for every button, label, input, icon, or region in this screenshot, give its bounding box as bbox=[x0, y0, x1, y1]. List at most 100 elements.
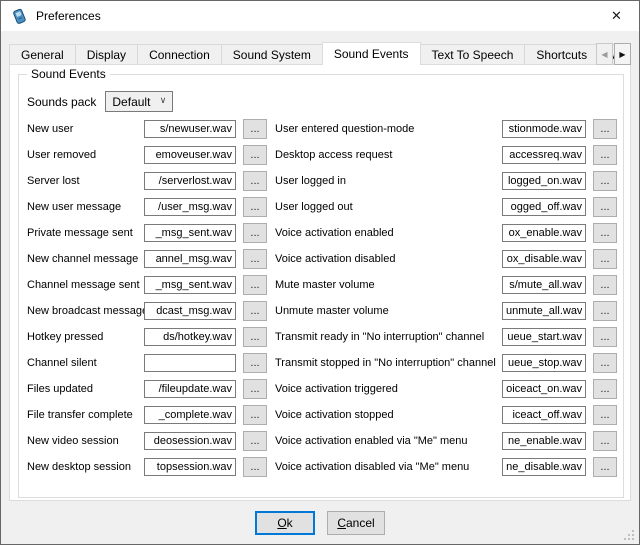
browse-button[interactable]: ... bbox=[593, 119, 617, 139]
row-user-logged-in: User logged in ... bbox=[275, 171, 617, 191]
browse-button[interactable]: ... bbox=[243, 431, 267, 451]
event-label: Private message sent bbox=[27, 227, 144, 239]
tab-display[interactable]: Display bbox=[75, 44, 138, 65]
event-label: User removed bbox=[27, 149, 144, 161]
tab-shortcuts[interactable]: Shortcuts bbox=[524, 44, 599, 65]
tab-bar: General Display Connection Sound System … bbox=[9, 42, 631, 65]
sound-file-input[interactable] bbox=[144, 146, 236, 164]
triangle-left-icon: ◀ bbox=[601, 50, 607, 59]
browse-button[interactable]: ... bbox=[593, 223, 617, 243]
event-label: New video session bbox=[27, 435, 144, 447]
tab-scroll-right-button[interactable]: ▶ bbox=[614, 43, 631, 65]
sound-file-input[interactable] bbox=[502, 224, 586, 242]
tab-scroll-left-button[interactable]: ◀ bbox=[596, 43, 613, 65]
row-user-removed: User removed ... bbox=[27, 145, 267, 165]
sound-file-input[interactable] bbox=[144, 250, 236, 268]
row-new-channel-message: New channel message ... bbox=[27, 249, 267, 269]
sound-file-input[interactable] bbox=[502, 432, 586, 450]
browse-button[interactable]: ... bbox=[593, 301, 617, 321]
sound-file-input[interactable] bbox=[502, 328, 586, 346]
resize-grip[interactable] bbox=[624, 530, 634, 540]
sound-file-input[interactable] bbox=[502, 302, 586, 320]
sound-file-input[interactable] bbox=[144, 172, 236, 190]
sound-file-input[interactable] bbox=[502, 198, 586, 216]
sound-file-input[interactable] bbox=[144, 302, 236, 320]
browse-button[interactable]: ... bbox=[243, 405, 267, 425]
browse-button[interactable]: ... bbox=[243, 353, 267, 373]
browse-button[interactable]: ... bbox=[593, 275, 617, 295]
sounds-pack-label: Sounds pack bbox=[27, 95, 96, 109]
sound-file-input[interactable] bbox=[144, 380, 236, 398]
tab-sound-events[interactable]: Sound Events bbox=[322, 42, 421, 65]
browse-button[interactable]: ... bbox=[243, 119, 267, 139]
browse-button[interactable]: ... bbox=[593, 171, 617, 191]
row-unmute-master-volume: Unmute master volume ... bbox=[275, 301, 617, 321]
sound-file-input[interactable] bbox=[144, 354, 236, 372]
event-label: Voice activation enabled via "Me" menu bbox=[275, 435, 502, 447]
tab-text-to-speech[interactable]: Text To Speech bbox=[420, 44, 526, 65]
window-title: Preferences bbox=[36, 9, 101, 23]
sound-file-input[interactable] bbox=[144, 198, 236, 216]
row-files-updated: Files updated ... bbox=[27, 379, 267, 399]
sound-file-input[interactable] bbox=[144, 276, 236, 294]
event-label: File transfer complete bbox=[27, 409, 144, 421]
sound-file-input[interactable] bbox=[144, 224, 236, 242]
browse-button[interactable]: ... bbox=[593, 353, 617, 373]
sound-file-input[interactable] bbox=[144, 432, 236, 450]
sound-events-groupbox: Sound Events Sounds pack Default ∨ New u… bbox=[18, 74, 624, 498]
sound-file-input[interactable] bbox=[502, 458, 586, 476]
row-mute-master-volume: Mute master volume ... bbox=[275, 275, 617, 295]
browse-button[interactable]: ... bbox=[243, 327, 267, 347]
browse-button[interactable]: ... bbox=[243, 145, 267, 165]
sounds-pack-select[interactable]: Default ∨ bbox=[105, 91, 173, 112]
event-label: Voice activation disabled via "Me" menu bbox=[275, 461, 502, 473]
sound-file-input[interactable] bbox=[502, 120, 586, 138]
browse-button[interactable]: ... bbox=[243, 301, 267, 321]
browse-button[interactable]: ... bbox=[593, 405, 617, 425]
sound-file-input[interactable] bbox=[144, 458, 236, 476]
row-server-lost: Server lost ... bbox=[27, 171, 267, 191]
sound-file-input[interactable] bbox=[144, 406, 236, 424]
sound-file-input[interactable] bbox=[502, 172, 586, 190]
browse-button[interactable]: ... bbox=[593, 379, 617, 399]
close-button[interactable]: ✕ bbox=[594, 1, 639, 30]
dialog-footer: Ok Cancel bbox=[1, 511, 639, 535]
browse-button[interactable]: ... bbox=[593, 457, 617, 477]
sound-file-input[interactable] bbox=[502, 250, 586, 268]
sound-file-input[interactable] bbox=[144, 328, 236, 346]
sound-file-input[interactable] bbox=[502, 146, 586, 164]
browse-button[interactable]: ... bbox=[243, 197, 267, 217]
sound-file-input[interactable] bbox=[144, 120, 236, 138]
row-private-message-sent: Private message sent ... bbox=[27, 223, 267, 243]
row-voice-activation-enabled-me-menu: Voice activation enabled via "Me" menu .… bbox=[275, 431, 617, 451]
sound-file-input[interactable] bbox=[502, 380, 586, 398]
tab-connection[interactable]: Connection bbox=[137, 44, 222, 65]
groupbox-title: Sound Events bbox=[27, 67, 110, 81]
browse-button[interactable]: ... bbox=[243, 275, 267, 295]
event-label: Voice activation enabled bbox=[275, 227, 502, 239]
browse-button[interactable]: ... bbox=[243, 171, 267, 191]
browse-button[interactable]: ... bbox=[243, 249, 267, 269]
browse-button[interactable]: ... bbox=[593, 249, 617, 269]
browse-button[interactable]: ... bbox=[593, 327, 617, 347]
browse-button[interactable]: ... bbox=[243, 379, 267, 399]
sound-file-input[interactable] bbox=[502, 276, 586, 294]
close-icon: ✕ bbox=[611, 8, 622, 24]
sound-file-input[interactable] bbox=[502, 406, 586, 424]
browse-button[interactable]: ... bbox=[593, 197, 617, 217]
event-label: New broadcast message bbox=[27, 305, 144, 317]
cancel-button[interactable]: Cancel bbox=[327, 511, 385, 535]
browse-button[interactable]: ... bbox=[243, 457, 267, 477]
event-label: Transmit stopped in "No interruption" ch… bbox=[275, 357, 502, 369]
browse-button[interactable]: ... bbox=[593, 431, 617, 451]
tab-general[interactable]: General bbox=[9, 44, 76, 65]
browse-button[interactable]: ... bbox=[593, 145, 617, 165]
sound-file-input[interactable] bbox=[502, 354, 586, 372]
row-channel-message-sent: Channel message sent ... bbox=[27, 275, 267, 295]
event-label: New user bbox=[27, 123, 144, 135]
ok-button[interactable]: Ok bbox=[255, 511, 315, 535]
preferences-dialog: { "titlebar": { "title": "Preferences" }… bbox=[0, 0, 640, 545]
browse-button[interactable]: ... bbox=[243, 223, 267, 243]
tab-sound-system[interactable]: Sound System bbox=[221, 44, 323, 65]
row-new-video-session: New video session ... bbox=[27, 431, 267, 451]
